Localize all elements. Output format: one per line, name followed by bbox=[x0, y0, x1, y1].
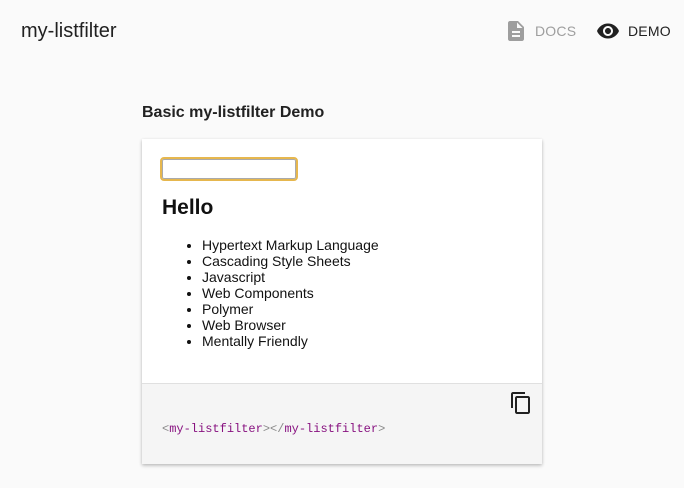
section-title: Basic my-listfilter Demo bbox=[142, 104, 325, 121]
filter-input[interactable] bbox=[160, 157, 298, 181]
nav-docs-link[interactable]: DOCS bbox=[504, 18, 576, 44]
app-title: my-listfilter bbox=[21, 20, 117, 42]
app-header: my-listfilter DOCS DEMO bbox=[0, 0, 684, 62]
copy-button[interactable] bbox=[508, 391, 534, 420]
document-icon bbox=[504, 19, 528, 43]
filter-list: Hypertext Markup Language Cascading Styl… bbox=[162, 237, 379, 349]
list-item: Hypertext Markup Language bbox=[202, 237, 379, 253]
list-item: Polymer bbox=[202, 301, 379, 317]
code-close-tag: my-listfilter bbox=[284, 422, 379, 436]
nav-demo-link[interactable]: DEMO bbox=[596, 18, 671, 44]
code-open-tag: my-listfilter bbox=[169, 422, 263, 436]
nav-docs-label: DOCS bbox=[535, 23, 577, 39]
list-item: Cascading Style Sheets bbox=[202, 253, 379, 269]
demo-heading: Hello bbox=[162, 196, 214, 219]
list-item: Web Browser bbox=[202, 317, 379, 333]
list-item: Web Components bbox=[202, 285, 379, 301]
code-close-bracket: > bbox=[378, 422, 386, 436]
page: my-listfilter DOCS DEMO Basic my-listfil… bbox=[0, 0, 684, 488]
code-area: <my-listfilter></my-listfilter> bbox=[142, 383, 542, 464]
list-item: Javascript bbox=[202, 269, 379, 285]
nav-demo-label: DEMO bbox=[628, 23, 671, 39]
code-mid-bracket: ></ bbox=[262, 422, 285, 436]
eye-icon bbox=[596, 19, 620, 43]
demo-card: Hello Hypertext Markup Language Cascadin… bbox=[142, 139, 542, 464]
demo-area: Hello Hypertext Markup Language Cascadin… bbox=[142, 139, 542, 383]
copy-icon bbox=[509, 391, 533, 420]
list-item: Mentally Friendly bbox=[202, 333, 379, 349]
code-snippet: <my-listfilter></my-listfilter> bbox=[162, 421, 385, 437]
